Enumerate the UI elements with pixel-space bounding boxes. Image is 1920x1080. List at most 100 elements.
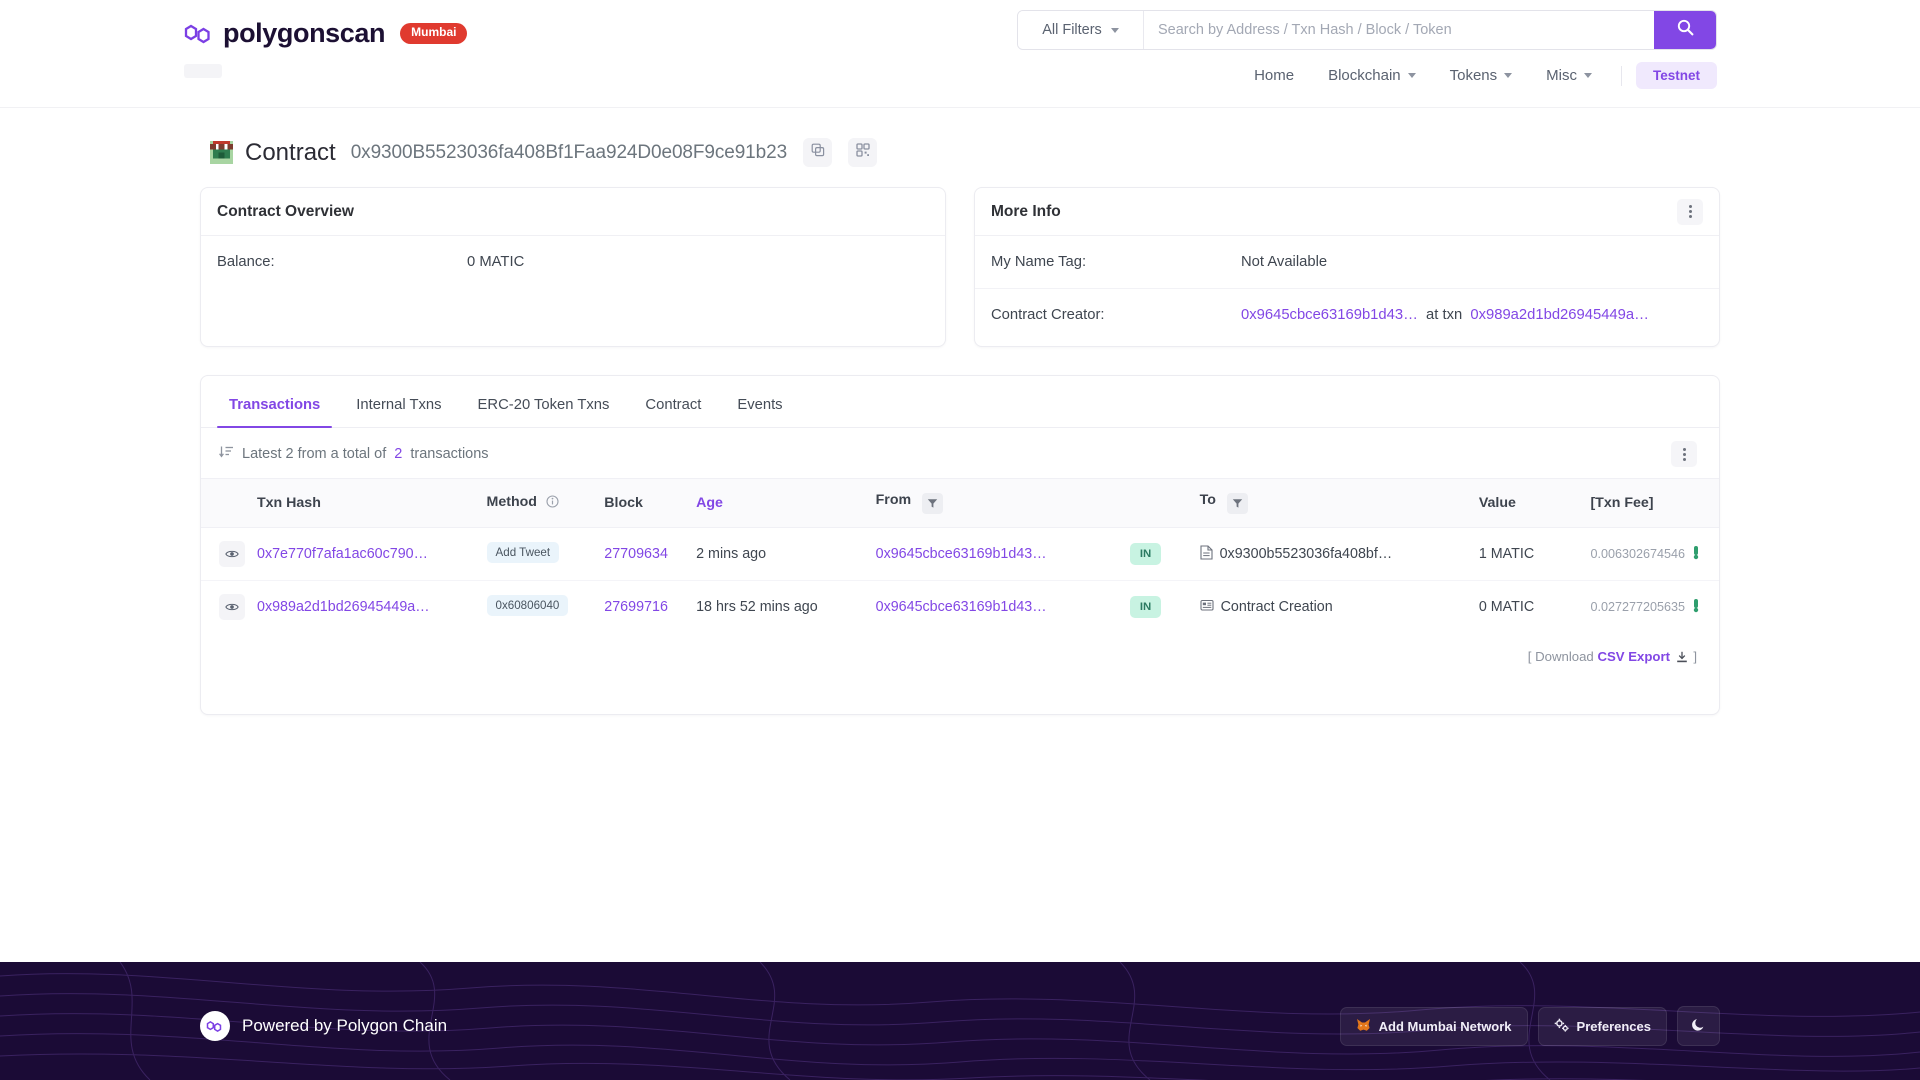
th-age[interactable]: Age <box>690 478 870 528</box>
txn-hash-link[interactable]: 0x7e770f7afa1ac60c790… <box>257 546 428 562</box>
method-badge[interactable]: Add Tweet <box>486 541 560 563</box>
copy-address-button[interactable] <box>803 138 833 167</box>
polygonscan-logo-icon <box>184 21 214 47</box>
contract-creator-row: Contract Creator: 0x9645cbce63169b1d43… … <box>975 288 1719 340</box>
search-icon <box>1677 19 1694 41</box>
transactions-summary: Latest 2 from a total of 2 transactions <box>219 445 489 463</box>
txn-fee-value: 0.006302674546 <box>1590 547 1685 561</box>
search-bar: All Filters <box>1017 10 1717 50</box>
to-contract-creation-label: Contract Creation <box>1220 599 1333 615</box>
chevron-down-icon <box>1110 27 1119 33</box>
gas-tracker-icon <box>1691 545 1701 563</box>
th-method-label: Method <box>486 494 537 510</box>
powered-by-label: Powered by Polygon Chain <box>242 1016 448 1035</box>
nav-label-home: Home <box>1254 67 1295 84</box>
th-block: Block <box>598 478 691 528</box>
contract-address: 0x9300B5523036fa408Bf1Faa924D0e08F9ce91b… <box>350 141 788 163</box>
tab-contract[interactable]: Contract <box>631 397 715 427</box>
info-icon[interactable] <box>546 495 559 512</box>
txn-hash-link[interactable]: 0x989a2d1bd26945449a… <box>257 599 430 615</box>
row-fee-cell: 0.006302674546 <box>1584 527 1719 581</box>
search-input[interactable] <box>1144 11 1654 49</box>
nav-label-misc: Misc <box>1546 67 1577 84</box>
sort-descending-icon[interactable] <box>219 445 234 463</box>
site-footer: Powered by Polygon Chain Add Mumbai Netw… <box>0 962 1920 1080</box>
th-to-label: To <box>1199 492 1216 508</box>
contract-creation-icon <box>1200 598 1214 616</box>
th-method: Method <box>480 478 599 528</box>
qr-code-icon <box>855 143 870 162</box>
chevron-down-icon <box>1583 73 1592 78</box>
metamask-fox-icon <box>1356 1018 1371 1035</box>
main-nav: Home Blockchain Tokens Misc Testnet <box>1237 62 1717 89</box>
preferences-button[interactable]: Preferences <box>1537 1006 1667 1046</box>
site-logo[interactable]: polygonscan Mumbai <box>184 18 468 49</box>
block-link[interactable]: 27699716 <box>604 599 668 615</box>
table-header-row: Txn Hash Method Block Age From To Value … <box>201 478 1719 528</box>
all-filters-dropdown[interactable]: All Filters <box>1018 11 1144 49</box>
th-txn-fee: [Txn Fee] <box>1584 478 1719 528</box>
row-eye-cell <box>201 581 251 634</box>
theme-toggle-button[interactable] <box>1677 1006 1720 1046</box>
nav-item-misc[interactable]: Misc <box>1529 63 1609 88</box>
csv-close-bracket: ] <box>1693 649 1697 664</box>
qr-code-button[interactable] <box>848 138 878 167</box>
transactions-kebab-menu-icon[interactable] <box>1671 441 1697 467</box>
tab-internal-txns[interactable]: Internal Txns <box>342 397 455 427</box>
table-row: 0x989a2d1bd26945449a… 0x60806040 2769971… <box>201 581 1719 634</box>
from-address-link[interactable]: 0x9645cbce63169b1d43… <box>876 599 1047 615</box>
creator-address-link[interactable]: 0x9645cbce63169b1d43… <box>1241 307 1418 323</box>
tab-transactions[interactable]: Transactions <box>215 397 334 428</box>
all-filters-label: All Filters <box>1042 22 1102 38</box>
summary-count[interactable]: 2 <box>394 446 402 462</box>
search-button[interactable] <box>1654 11 1716 49</box>
creator-txn-link[interactable]: 0x989a2d1bd26945449a… <box>1470 307 1649 323</box>
row-value-cell: 1 MATIC <box>1472 527 1585 581</box>
gas-tracker-icon <box>1691 598 1701 616</box>
preferences-label: Preferences <box>1576 1018 1651 1034</box>
contract-overview-header: Contract Overview <box>201 188 945 236</box>
row-age-cell: 2 mins ago <box>690 527 870 581</box>
nav-item-tokens[interactable]: Tokens <box>1433 63 1530 88</box>
row-method-cell: 0x60806040 <box>481 581 599 634</box>
download-icon[interactable] <box>1676 651 1688 666</box>
row-hash-cell: 0x7e770f7afa1ac60c790… <box>251 527 481 581</box>
name-tag-row: My Name Tag: Not Available <box>975 236 1719 288</box>
csv-export-link[interactable]: CSV Export <box>1597 649 1670 664</box>
main-content: Contract 0x9300B5523036fa408Bf1Faa924D0e… <box>0 108 1920 962</box>
tab-erc20-token-txns[interactable]: ERC-20 Token Txns <box>464 397 624 427</box>
nav-item-blockchain[interactable]: Blockchain <box>1311 63 1433 88</box>
th-value: Value <box>1472 478 1585 528</box>
to-filter-icon[interactable] <box>1226 493 1248 514</box>
method-badge[interactable]: 0x60806040 <box>486 594 569 616</box>
balance-row: Balance: 0 MATIC <box>201 236 945 288</box>
from-filter-icon[interactable] <box>922 493 944 514</box>
csv-export-row: [ Download CSV Export ] <box>201 633 1719 666</box>
row-block-cell: 27709634 <box>598 527 691 581</box>
row-direction-cell: IN <box>1124 581 1194 634</box>
eye-icon[interactable] <box>219 541 245 567</box>
from-address-link[interactable]: 0x9645cbce63169b1d43… <box>876 546 1047 562</box>
nav-item-home[interactable]: Home <box>1237 63 1311 88</box>
copy-icon <box>811 143 825 162</box>
block-link[interactable]: 27709634 <box>604 546 668 562</box>
testnet-selector[interactable]: Testnet <box>1635 62 1717 89</box>
transactions-table: Txn Hash Method Block Age From To Value … <box>201 478 1719 633</box>
tab-events[interactable]: Events <box>723 397 796 427</box>
to-address-link[interactable]: 0x9300b5523036fa408bf… <box>1220 546 1393 562</box>
add-mumbai-network-button[interactable]: Add Mumbai Network <box>1339 1006 1528 1046</box>
row-hash-cell: 0x989a2d1bd26945449a… <box>251 581 481 634</box>
summary-cards: Contract Overview Balance: 0 MATIC More … <box>200 187 1720 347</box>
csv-open-bracket: [ Download <box>1527 649 1594 664</box>
page-title: Contract 0x9300B5523036fa408Bf1Faa924D0e… <box>200 130 1720 187</box>
chevron-down-icon <box>1504 73 1513 78</box>
footer-buttons: Add Mumbai Network Preferences <box>1339 1006 1720 1046</box>
direction-badge: IN <box>1129 596 1162 618</box>
row-value-cell: 0 MATIC <box>1478 599 1535 615</box>
kebab-menu-icon[interactable] <box>1677 198 1703 225</box>
add-mumbai-network-label: Add Mumbai Network <box>1378 1018 1512 1034</box>
more-info-card: More Info My Name Tag: Not Available Con… <box>974 187 1720 347</box>
th-from: From <box>869 478 1124 528</box>
eye-icon[interactable] <box>219 594 245 620</box>
summary-prefix: Latest 2 from a total of <box>242 446 387 462</box>
